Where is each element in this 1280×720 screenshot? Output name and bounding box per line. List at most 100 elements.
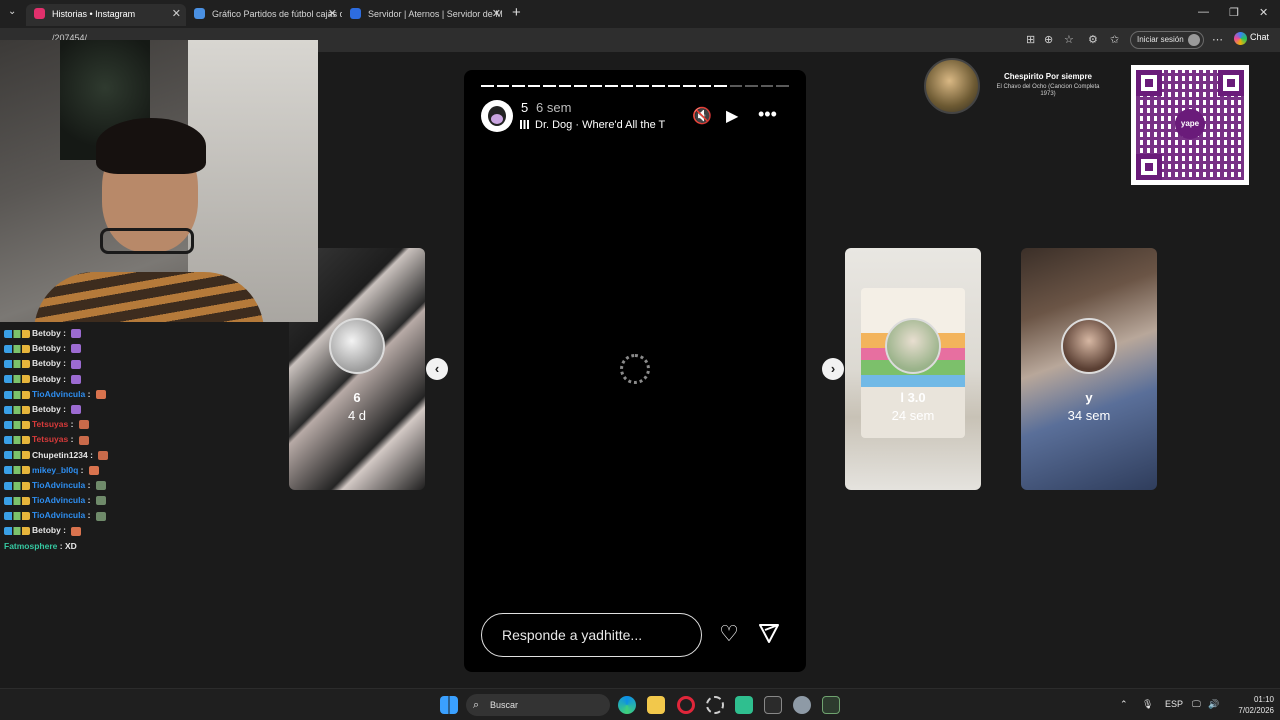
chat-emote-icon	[71, 526, 82, 536]
chat-message: Betoby :	[4, 356, 284, 371]
chat-username[interactable]: TioAdvincula	[32, 510, 85, 520]
opera-gx-icon[interactable]	[677, 696, 695, 714]
chat-badges-icon	[4, 466, 30, 475]
tab-list-chevron-icon[interactable]: ⌄	[8, 6, 16, 17]
app-icon[interactable]: ⊞	[1026, 33, 1035, 46]
chat-emote-icon	[95, 496, 106, 506]
chat-badges-icon	[4, 496, 30, 505]
previous-story-button[interactable]: ‹	[426, 358, 448, 380]
epic-games-icon[interactable]	[764, 696, 782, 714]
file-explorer-icon[interactable]	[647, 696, 665, 714]
next-story-button[interactable]: ›	[822, 358, 844, 380]
taskbar-search[interactable]: ⌕ Buscar	[466, 694, 610, 716]
edge-browser-icon[interactable]	[618, 696, 636, 714]
progress-segment	[760, 85, 774, 87]
profile-avatar-icon	[1188, 34, 1200, 46]
story-card-right-1[interactable]: l 3.0 24 sem	[845, 248, 981, 490]
stream-chat: Betoby : Betoby : Betoby : Betoby : TioA…	[4, 326, 284, 554]
chat-badges-icon	[4, 512, 30, 520]
zoom-icon[interactable]: ⊕	[1044, 33, 1053, 46]
chat-username[interactable]: Tetsuyas	[32, 434, 68, 444]
chat-separator: :	[60, 403, 69, 414]
chat-message: Fatmosphere : XD	[4, 539, 284, 554]
progress-segment	[683, 85, 696, 87]
more-icon[interactable]: •••	[758, 104, 777, 125]
muted-speaker-icon[interactable]: 🔇	[692, 106, 712, 126]
chat-username[interactable]: TioAdvincula	[32, 389, 85, 399]
webcam-overlay	[0, 40, 318, 322]
chat-username[interactable]: Betoby	[32, 404, 61, 414]
taskbar-clock[interactable]: 01:10 7/02/2026	[1226, 694, 1274, 716]
chat-username[interactable]: Fatmosphere	[4, 541, 57, 551]
chat-badges-icon	[4, 436, 30, 445]
chat-username[interactable]: Betoby	[32, 358, 61, 368]
chat-username[interactable]: TioAdvincula	[32, 480, 85, 490]
story-card-right-2[interactable]: y 34 sem	[1021, 248, 1157, 490]
story-username[interactable]: 5	[521, 100, 528, 115]
story-music-label[interactable]: Dr. Dog · Where'd All the T	[520, 119, 680, 131]
chat-username[interactable]: Betoby	[32, 328, 61, 338]
chat-emote-icon	[95, 481, 106, 491]
chat-badges-icon	[4, 527, 30, 536]
restore-icon[interactable]: ❐	[1229, 6, 1239, 19]
gear-app-icon[interactable]	[793, 696, 811, 714]
chat-message: Betoby :	[4, 372, 284, 387]
chat-emote-icon	[71, 405, 82, 415]
more-menu-icon[interactable]: ⋯	[1212, 33, 1223, 46]
chat-separator: :	[68, 419, 76, 430]
close-window-icon[interactable]: ✕	[1259, 6, 1268, 19]
browser-tab[interactable]: Gráfico Partidos de fútbol cajas de ✕	[186, 4, 342, 26]
favorites-icon[interactable]: ✩	[1110, 33, 1119, 46]
qr-code: yape	[1131, 65, 1249, 185]
reply-input[interactable]: Responde a yadhitte...	[481, 613, 702, 657]
browser-tab[interactable]: Servidor | Aternos | Servidor de M ✕	[342, 4, 506, 26]
chat-username[interactable]: TioAdvincula	[32, 495, 85, 505]
microphone-icon[interactable]: 🎙	[1142, 699, 1153, 710]
network-icon[interactable]: 🖵	[1192, 699, 1201, 710]
tab-close-icon[interactable]: ✕	[492, 4, 501, 24]
copilot-icon	[1234, 32, 1247, 45]
story-avatar	[1061, 318, 1117, 374]
minimize-icon[interactable]: —	[1198, 6, 1209, 18]
tab-favicon-icon	[34, 8, 45, 19]
chat-emote-icon	[95, 390, 106, 399]
qr-brand-logo: yape	[1175, 109, 1205, 139]
volume-icon[interactable]: 🔊	[1208, 699, 1219, 710]
chat-emote-icon	[88, 465, 99, 475]
chat-app-icon[interactable]	[735, 696, 753, 714]
heart-icon[interactable]: ♡	[716, 621, 742, 647]
windows-taskbar: ⌕ Buscar ⌃ 🎙 ESP 🖵 🔊 01:10 7/02/2026	[0, 688, 1280, 720]
new-tab-button[interactable]: +	[512, 4, 521, 21]
chat-username[interactable]: mikey_bl0q	[32, 465, 78, 475]
browser-tab[interactable]: Historias • Instagram ✕	[26, 4, 186, 26]
chat-label: Chat	[1250, 32, 1270, 42]
chat-username[interactable]: Betoby	[32, 525, 61, 535]
chat-username[interactable]: Betoby	[32, 343, 61, 353]
chat-separator: :	[57, 540, 65, 551]
chat-emote-icon	[78, 435, 89, 445]
progress-segment	[776, 85, 789, 87]
tray-overflow-icon[interactable]: ⌃	[1120, 699, 1128, 710]
tab-close-icon[interactable]: ✕	[328, 4, 337, 24]
terminal-app-icon[interactable]	[822, 696, 840, 714]
settings-app-icon[interactable]	[706, 696, 724, 714]
send-icon[interactable]	[756, 621, 782, 647]
chat-username[interactable]: Chupetin1234	[32, 450, 88, 460]
progress-segment	[714, 85, 727, 87]
chat-username[interactable]: Betoby	[32, 374, 61, 384]
progress-segment	[481, 85, 494, 87]
signin-button[interactable]: Iniciar sesión	[1130, 31, 1204, 49]
tab-close-icon[interactable]: ✕	[172, 4, 181, 24]
play-icon[interactable]: ▶	[726, 106, 738, 126]
favorite-star-icon[interactable]: ☆	[1064, 33, 1074, 46]
search-icon: ⌕	[473, 699, 480, 711]
chat-message: Betoby :	[4, 523, 284, 538]
copilot-chat-button[interactable]: Chat	[1234, 32, 1270, 45]
browser-tab-bar: ⌄ Historias • Instagram ✕ Gráfico Partidos…	[0, 0, 1280, 28]
chat-separator: :	[60, 343, 69, 354]
chat-username[interactable]: Tetsuyas	[32, 419, 68, 429]
story-user-avatar[interactable]	[481, 100, 513, 132]
start-windows-icon[interactable]	[440, 696, 458, 714]
language-indicator[interactable]: ESP	[1165, 699, 1183, 709]
extensions-icon[interactable]: ⚙	[1088, 33, 1098, 46]
